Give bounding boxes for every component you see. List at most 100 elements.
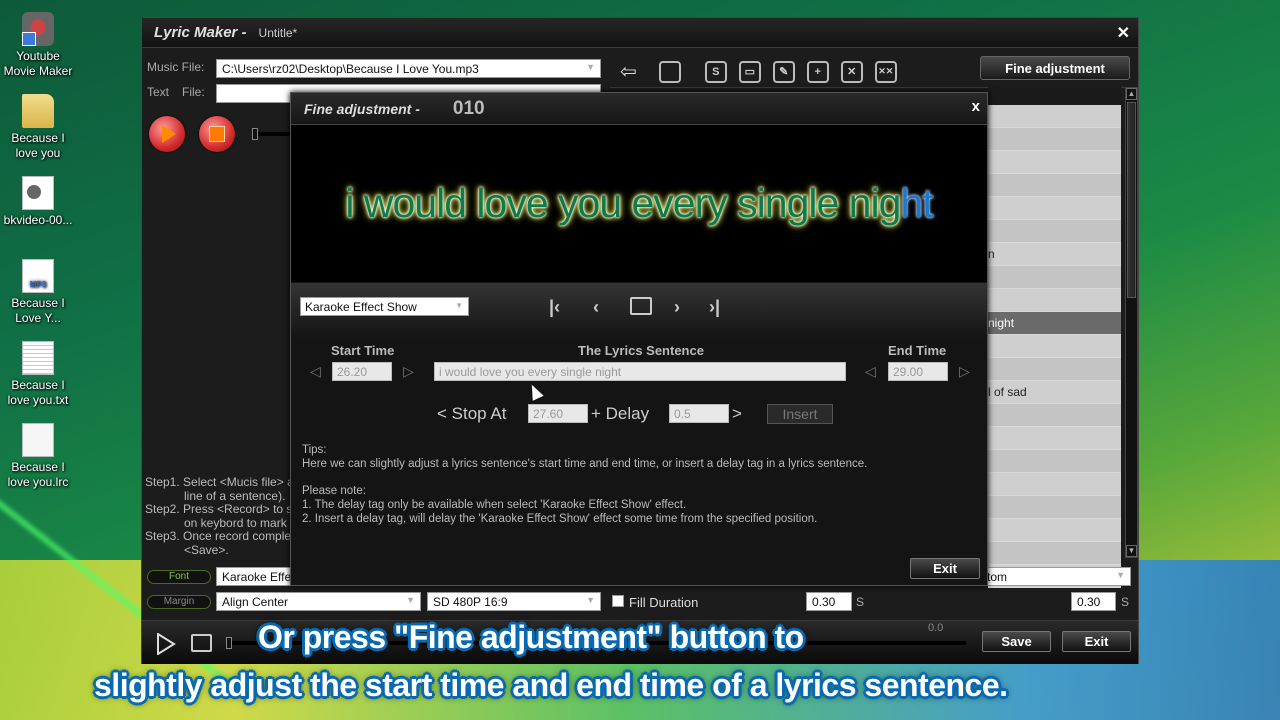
lyrics-list-row[interactable] [988, 450, 1121, 473]
prev-sentence-button[interactable]: ‹ [593, 297, 599, 318]
end-time-input[interactable]: 29.00 [888, 362, 948, 381]
folder-icon[interactable] [658, 60, 681, 83]
font-button[interactable]: Font [147, 570, 211, 584]
lyrics-list-row[interactable] [988, 335, 1121, 358]
fine-adjustment-dialog: Fine adjustment - 010 x i would love you… [290, 92, 988, 586]
desktop-icon-video[interactable]: bkvideo-00... [0, 176, 76, 228]
play-icon [162, 125, 176, 143]
scroll-down-icon[interactable]: ▼ [1126, 545, 1137, 557]
add-icon[interactable]: + [806, 60, 829, 83]
record-play-button[interactable] [149, 116, 185, 152]
end-time-decrease-icon[interactable]: ◁ [865, 363, 876, 380]
text-file-label: Text [147, 85, 170, 99]
scroll-thumb[interactable] [1127, 102, 1136, 298]
start-time-increase-icon[interactable]: ▷ [403, 363, 414, 380]
lyrics-list-row[interactable] [988, 105, 1121, 128]
stop-button[interactable] [191, 634, 212, 652]
duration-input[interactable]: 0.30 [1071, 592, 1116, 611]
scroll-up-icon[interactable]: ▲ [1126, 88, 1137, 100]
margin-button[interactable]: Margin [147, 595, 211, 609]
fill-duration-checkbox[interactable] [612, 595, 624, 607]
lyrics-list-row[interactable] [988, 220, 1121, 243]
end-time-increase-icon[interactable]: ▷ [959, 363, 970, 380]
delay-input[interactable]: 0.5 [669, 404, 729, 423]
record-stop-button[interactable] [199, 116, 235, 152]
save-lrc-icon[interactable]: S [704, 60, 727, 83]
lyrics-list-row[interactable] [988, 519, 1121, 542]
lyrics-list-row[interactable] [988, 496, 1121, 519]
save-button[interactable]: Save [982, 631, 1051, 652]
note-item: 1. The delay tag only be available when … [302, 499, 687, 511]
lyrics-list[interactable]: n night l of sad [988, 105, 1121, 588]
chevron-down-icon[interactable]: ▼ [586, 62, 595, 72]
lyrics-list-scrollbar[interactable]: ▲ ▼ [1125, 87, 1138, 558]
lyrics-list-row[interactable] [988, 473, 1121, 496]
start-time-decrease-icon[interactable]: ◁ [310, 363, 321, 380]
tips-text: Tips: Here we can slightly adjust a lyri… [302, 443, 867, 526]
window-icon[interactable]: ▭ [738, 60, 761, 83]
delete-icon[interactable]: ✕ [840, 60, 863, 83]
last-sentence-button[interactable]: ›| [709, 297, 720, 318]
stop-at-input[interactable]: 27.60 [528, 404, 588, 423]
playback-progress-thumb[interactable] [226, 637, 232, 649]
video-file-icon [22, 176, 54, 210]
lyrics-list-row[interactable] [988, 151, 1121, 174]
chevron-down-icon[interactable]: ▼ [406, 595, 415, 605]
close-icon[interactable]: ✕ [1117, 23, 1130, 43]
record-progress-track[interactable] [254, 132, 294, 136]
close-icon[interactable]: x [972, 98, 980, 115]
effect-value: Karaoke Effect Show [305, 300, 417, 314]
music-file-label: Music File: [147, 60, 205, 74]
music-file-input[interactable]: C:\Users\rz02\Desktop\Because I Love You… [216, 59, 601, 78]
position-select[interactable]: tom ▼ [981, 567, 1131, 586]
lyrics-sentence-input[interactable]: i would love you every single night [434, 362, 846, 381]
fine-adjustment-button[interactable]: Fine adjustment [980, 56, 1130, 80]
lyrics-list-row[interactable] [988, 128, 1121, 151]
adjust-controls: Karaoke Effect Show ▼ |‹ ‹ › ›| Start Ti… [291, 283, 987, 424]
record-progress-thumb[interactable] [252, 128, 258, 140]
resolution-select[interactable]: SD 480P 16:9 ▼ [427, 592, 601, 611]
step-line: <Save>. [184, 542, 229, 557]
step-line: Step3. Once record comple [145, 529, 292, 543]
align-select[interactable]: Align Center ▼ [216, 592, 421, 611]
desktop-icon-mp3[interactable]: MP3 Because I Love Y... [0, 259, 76, 326]
chevron-down-icon[interactable]: ▼ [586, 595, 595, 605]
font-select[interactable]: Karaoke Effe [216, 567, 296, 586]
first-sentence-button[interactable]: |‹ [549, 297, 560, 318]
lyrics-list-row[interactable] [988, 542, 1121, 565]
exit-button[interactable]: Exit [1062, 631, 1131, 652]
play-button[interactable] [156, 633, 176, 655]
instructions: Step1. Select <Mucis file> a line of a s… [145, 476, 295, 557]
lyrics-list-row[interactable]: l of sad [988, 381, 1121, 404]
seconds-unit: S [856, 595, 865, 609]
back-arrow-icon[interactable]: ⇦ [620, 59, 637, 84]
desktop-icon-folder[interactable]: Because I love you [0, 94, 76, 161]
lyrics-list-row[interactable] [988, 197, 1121, 220]
lyrics-list-row[interactable] [988, 266, 1121, 289]
lyrics-list-row[interactable] [988, 404, 1121, 427]
lyrics-list-row[interactable] [988, 174, 1121, 197]
desktop-icon-lrc[interactable]: Because I love you.lrc [0, 423, 76, 490]
lyrics-list-row[interactable] [988, 289, 1121, 312]
next-sentence-button[interactable]: › [674, 297, 680, 318]
fill-duration-input[interactable]: 0.30 [806, 592, 852, 611]
effect-select[interactable]: Karaoke Effect Show ▼ [300, 297, 469, 316]
desktop-icon-youtube-movie-maker[interactable]: Youtube Movie Maker [0, 12, 76, 79]
delete-all-icon[interactable]: ✕✕ [874, 60, 897, 83]
start-time-input[interactable]: 26.20 [332, 362, 392, 381]
desktop-icon-label: Because I love you [11, 131, 65, 160]
chevron-down-icon[interactable]: ▼ [1116, 570, 1125, 580]
desktop-icon-txt[interactable]: Because I love you.txt [0, 341, 76, 408]
insert-delay-button[interactable]: Insert [767, 404, 833, 424]
chevron-down-icon[interactable]: ▼ [455, 301, 463, 310]
edit-icon[interactable]: ✎ [772, 60, 795, 83]
lyrics-list-row[interactable]: n [988, 243, 1121, 266]
start-time-label: Start Time [331, 343, 395, 358]
stop-preview-button[interactable] [630, 297, 652, 315]
dialog-title: Fine adjustment - [304, 100, 420, 117]
lyrics-list-row[interactable]: night [988, 312, 1121, 335]
dialog-exit-button[interactable]: Exit [910, 558, 980, 579]
tips-body: Here we can slightly adjust a lyrics sen… [302, 458, 868, 470]
lyrics-list-row[interactable] [988, 427, 1121, 450]
lyrics-list-row[interactable] [988, 358, 1121, 381]
